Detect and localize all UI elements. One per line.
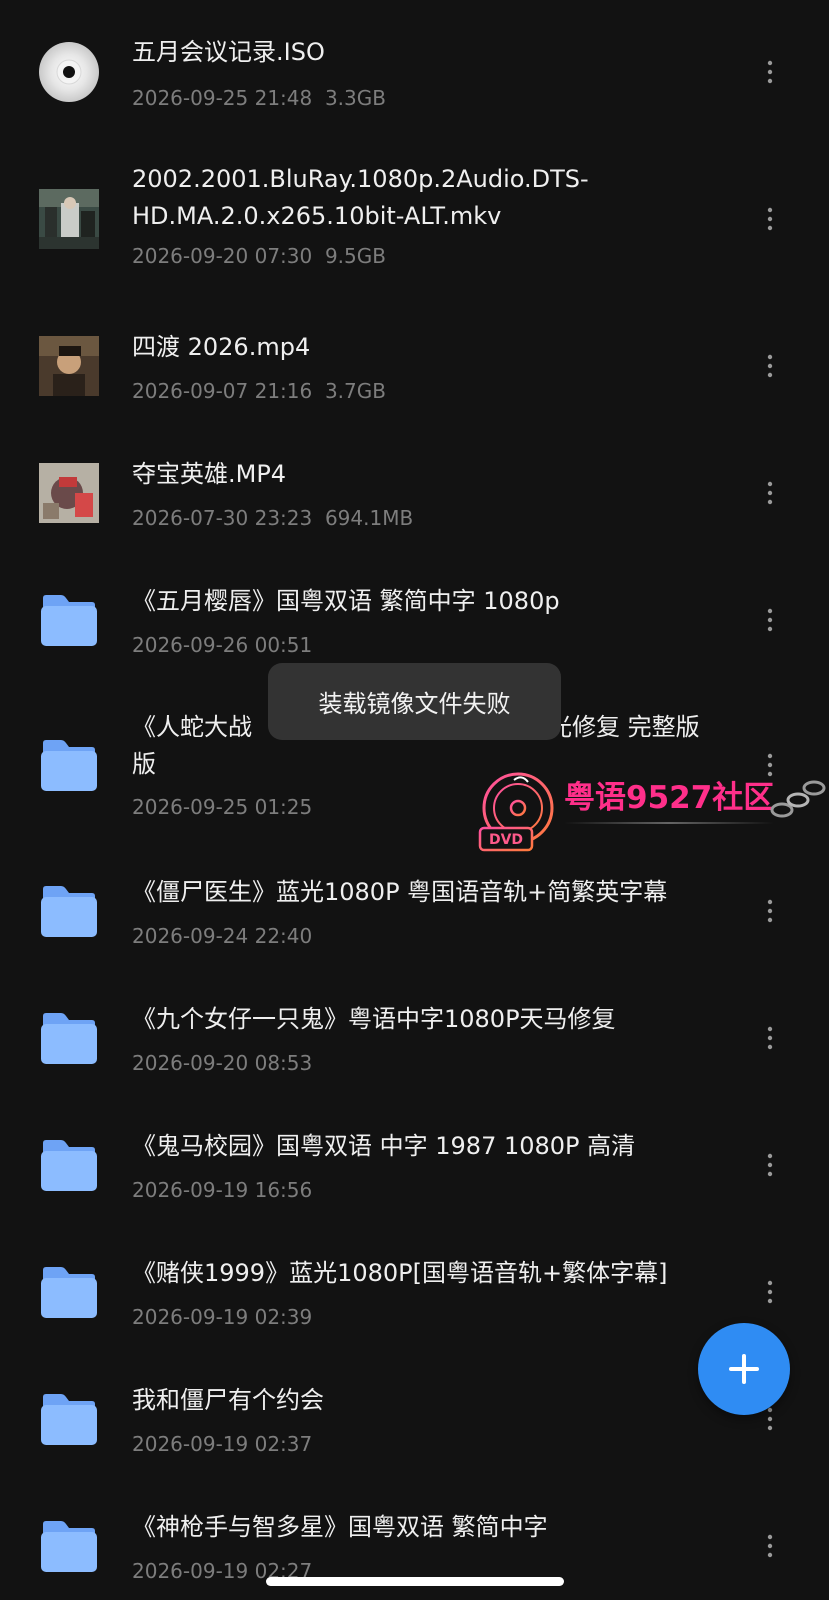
video-thumbnail [39,189,99,249]
file-name: 《鬼马校园》国粤双语 中字 1987 1080P 高清 [132,1132,636,1160]
video-thumbnail [39,463,99,523]
list-item[interactable]: 五月会议记录.ISO 2026-09-25 21:48 3.3GB [0,0,829,140]
file-meta: 2026-09-20 08:53 [132,1051,312,1075]
file-name: 我和僵尸有个约会 [132,1386,324,1414]
file-meta: 2026-09-07 21:16 3.7GB [132,379,386,403]
file-meta: 2026-09-19 02:37 [132,1432,312,1456]
file-name-continued: 版 [132,750,156,778]
file-size: 3.3GB [324,86,386,110]
file-name: 《神枪手与智多星》国粤双语 繁简中字 [132,1513,548,1541]
folder-icon [39,1516,99,1576]
watermark: DVD 粤语9527社区 [478,770,829,852]
file-meta: 2026-07-30 23:23 694.1MB [132,506,413,530]
watermark-text: 粤语9527社区 [564,780,775,816]
file-name: 《僵尸医生》蓝光1080P 粤国语音轨+简繁英字幕 [132,878,668,906]
file-name: 《赌侠1999》蓝光1080P[国粤语音轨+繁体字幕] [132,1259,668,1287]
file-size: 3.7GB [324,379,386,403]
more-options-icon[interactable] [760,1532,780,1560]
disc-icon [39,42,99,102]
file-meta: 2026-09-25 21:48 3.3GB [132,86,386,110]
file-date: 2026-09-24 22:40 [132,924,313,948]
file-name: 五月会议记录.ISO [132,38,325,66]
list-item[interactable]: 《九个女仔一只鬼》粤语中字1080P天马修复 2026-09-20 08:53 [0,972,829,1099]
file-date: 2026-09-20 08:53 [132,1051,313,1075]
list-item[interactable]: 夺宝英雄.MP4 2026-07-30 23:23 694.1MB [0,427,829,554]
folder-icon [39,1135,99,1195]
folder-icon [39,881,99,941]
file-date: 2026-09-07 21:16 [132,379,313,403]
file-meta: 2026-09-19 16:56 [132,1178,312,1202]
file-name: 2002.2001.BluRay.1080p.2Audio.DTS-HD.MA.… [132,165,589,230]
list-item[interactable]: 《鬼马校园》国粤双语 中字 1987 1080P 高清 2026-09-19 1… [0,1099,829,1226]
file-date: 2026-09-19 02:39 [132,1305,313,1329]
file-meta: 2026-09-20 07:30 9.5GB [132,244,386,268]
more-options-icon[interactable] [760,58,780,86]
more-options-icon[interactable] [760,1024,780,1052]
list-item[interactable]: 《五月樱唇》国粤双语 繁简中字 1080p 2026-09-26 00:51 [0,554,829,681]
file-date: 2026-09-20 07:30 [132,244,313,268]
file-name-tail: 光修复 完整版 [548,713,700,741]
list-item[interactable]: 2002.2001.BluRay.1080p.2Audio.DTS-HD.MA.… [0,140,829,300]
more-options-icon[interactable] [760,897,780,925]
folder-icon [39,735,99,795]
folder-icon [39,1008,99,1068]
chain-icon [770,780,826,818]
file-name: 夺宝英雄.MP4 [132,460,287,488]
file-meta: 2026-09-24 22:40 [132,924,312,948]
more-options-icon[interactable] [760,479,780,507]
more-options-icon[interactable] [760,1278,780,1306]
list-item[interactable]: 《僵尸医生》蓝光1080P 粤国语音轨+简繁英字幕 2026-09-24 22:… [0,845,829,972]
home-indicator[interactable] [266,1577,564,1586]
add-button[interactable] [698,1323,790,1415]
file-date: 2026-09-19 02:37 [132,1432,313,1456]
file-name: 四渡 2026.mp4 [132,333,311,361]
watermark-badge: DVD [489,832,523,848]
list-item[interactable]: 《赌侠1999》蓝光1080P[国粤语音轨+繁体字幕] 2026-09-19 0… [0,1226,829,1353]
file-meta: 2026-09-26 00:51 [132,633,312,657]
file-name: 《九个女仔一只鬼》粤语中字1080P天马修复 [132,1005,616,1033]
more-options-icon[interactable] [760,606,780,634]
plus-icon [729,1354,759,1384]
list-item[interactable]: 四渡 2026.mp4 2026-09-07 21:16 3.7GB [0,300,829,427]
more-options-icon[interactable] [760,205,780,233]
folder-icon [39,1389,99,1449]
file-size: 9.5GB [324,244,386,268]
file-date: 2026-09-25 01:25 [132,795,313,819]
file-date: 2026-07-30 23:23 [132,506,313,530]
folder-icon [39,1262,99,1322]
more-options-icon[interactable] [760,352,780,380]
watermark-underline [564,822,774,824]
more-options-icon[interactable] [760,1151,780,1179]
file-name: 《五月樱唇》国粤双语 繁简中字 1080p [132,587,560,615]
file-date: 2026-09-19 16:56 [132,1178,313,1202]
video-thumbnail [39,336,99,396]
dvd-logo-icon: DVD [478,772,554,852]
file-size: 694.1MB [324,506,414,530]
file-date: 2026-09-25 21:48 [132,86,313,110]
folder-icon [39,590,99,650]
file-meta: 2026-09-25 01:25 [132,795,312,819]
error-toast: 装载镜像文件失败 [268,663,561,740]
file-meta: 2026-09-19 02:39 [132,1305,312,1329]
file-date: 2026-09-26 00:51 [132,633,313,657]
